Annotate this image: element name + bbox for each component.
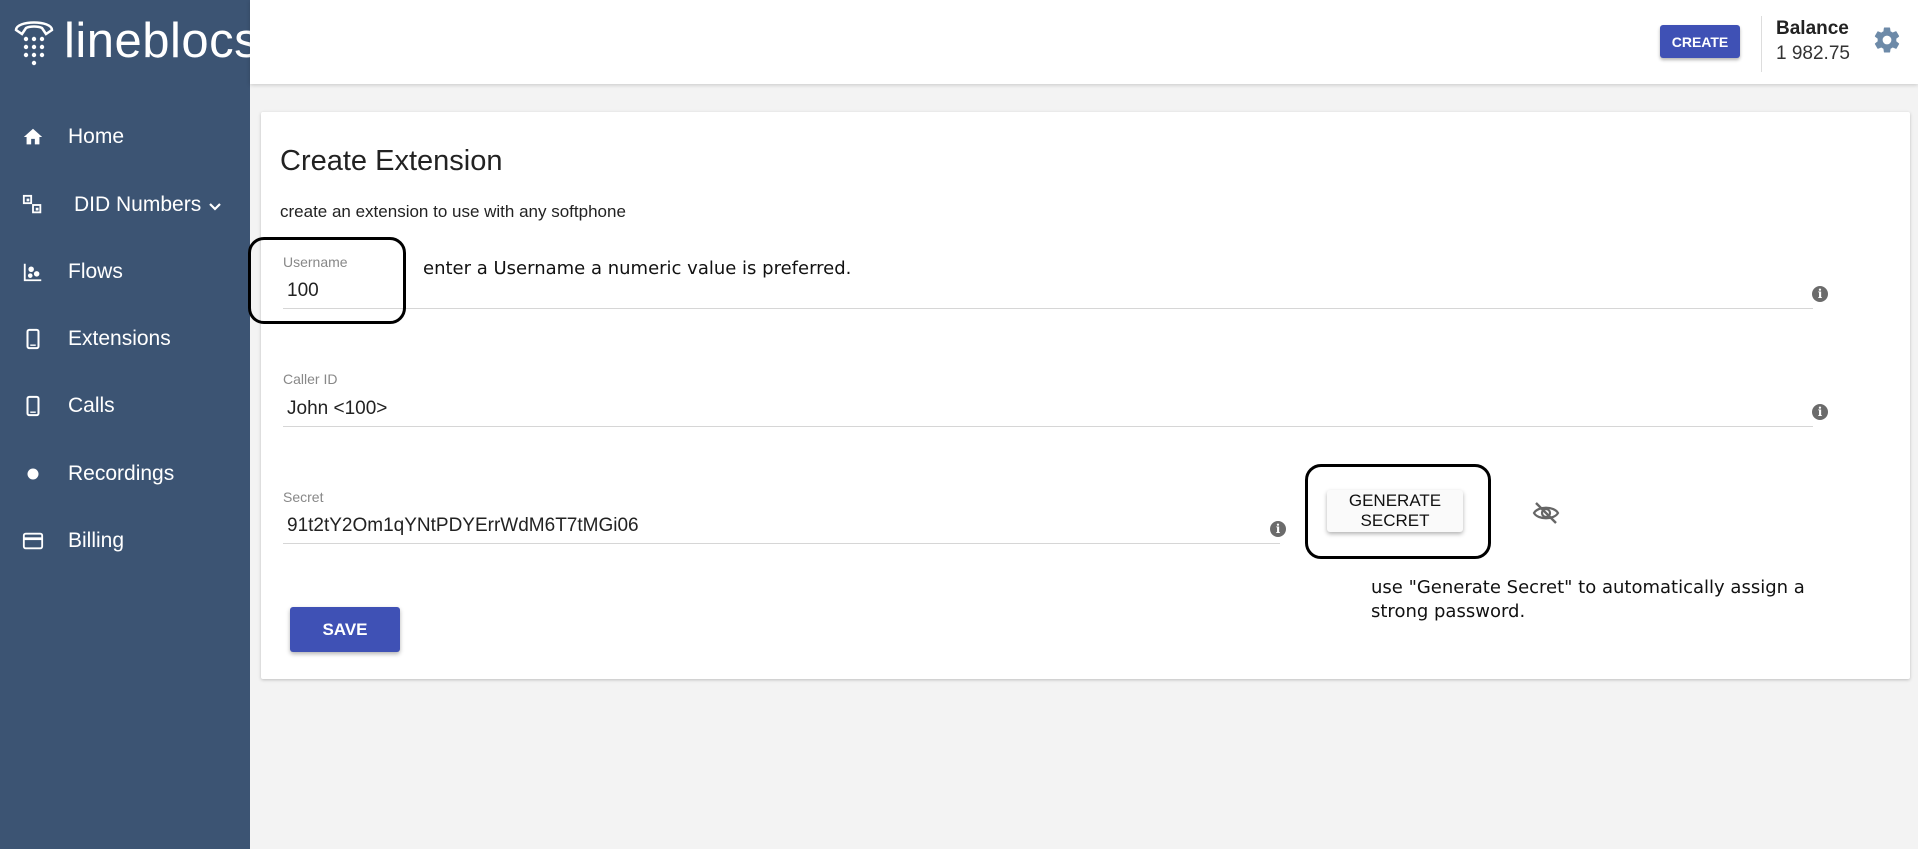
page-title: Create Extension xyxy=(280,145,503,177)
phone-dots-icon xyxy=(14,21,54,66)
secret-input[interactable] xyxy=(283,515,1280,544)
create-button[interactable]: CREATE xyxy=(1660,25,1740,58)
sidebar-item-label: Home xyxy=(68,125,125,148)
sidebar-item-did-numbers[interactable]: DID Numbers xyxy=(0,177,250,233)
logo-text: lineblocs xyxy=(64,13,260,68)
sidebar-item-label: Recordings xyxy=(68,462,175,485)
logo[interactable]: lineblocs xyxy=(12,14,259,68)
sidebar-item-label: Flows xyxy=(68,260,123,283)
sidebar-item-flows[interactable]: Flows xyxy=(0,244,250,300)
sidebar-item-home[interactable]: Home xyxy=(0,109,250,165)
record-dot-icon xyxy=(20,461,46,487)
sidebar-item-extensions[interactable]: Extensions xyxy=(0,311,250,367)
phone-numbers-icon xyxy=(20,192,46,218)
sidebar-item-label: Calls xyxy=(68,394,115,417)
sidebar-item-label: Extensions xyxy=(68,327,171,350)
balance-value: 1 982.75 xyxy=(1776,43,1850,64)
caller-id-input[interactable] xyxy=(283,398,1813,427)
smartphone-icon xyxy=(20,326,46,352)
username-input[interactable] xyxy=(283,280,1813,309)
sidebar-item-label: Billing xyxy=(68,529,125,552)
sidebar: lineblocs Home DID Numbers Flows Extensi… xyxy=(0,0,259,849)
balance-label: Balance xyxy=(1776,18,1849,39)
info-icon[interactable]: i xyxy=(1812,404,1828,420)
username-highlight-box xyxy=(248,237,406,324)
username-annotation: enter a Username a numeric value is pref… xyxy=(423,258,852,279)
create-extension-card: Create Extension create an extension to … xyxy=(248,112,1910,679)
info-icon[interactable]: i xyxy=(1270,521,1286,537)
smartphone-icon xyxy=(20,393,46,419)
secret-annotation-line1: use "Generate Secret" to automatically a… xyxy=(1371,577,1805,598)
sidebar-item-recordings[interactable]: Recordings xyxy=(0,446,250,502)
header-divider xyxy=(1761,16,1762,72)
sidebar-item-label: DID Numbers xyxy=(74,193,202,216)
home-icon xyxy=(20,124,46,150)
generate-highlight-box xyxy=(1305,464,1491,559)
flows-icon xyxy=(20,259,46,285)
chevron-down-icon xyxy=(208,199,222,217)
page-subtitle: create an extension to use with any soft… xyxy=(280,202,626,221)
sidebar-item-calls[interactable]: Calls xyxy=(0,378,250,434)
gear-icon[interactable] xyxy=(1872,25,1902,60)
visibility-off-icon[interactable] xyxy=(1532,501,1560,530)
top-header: CREATE Balance 1 982.75 xyxy=(250,0,1918,84)
info-icon[interactable]: i xyxy=(1812,286,1828,302)
secret-label: Secret xyxy=(283,489,324,505)
secret-annotation-line2: strong password. xyxy=(1371,601,1526,622)
sidebar-item-billing[interactable]: Billing xyxy=(0,513,250,569)
save-button[interactable]: SAVE xyxy=(290,607,400,652)
caller-id-label: Caller ID xyxy=(283,371,338,387)
credit-card-icon xyxy=(20,528,46,554)
